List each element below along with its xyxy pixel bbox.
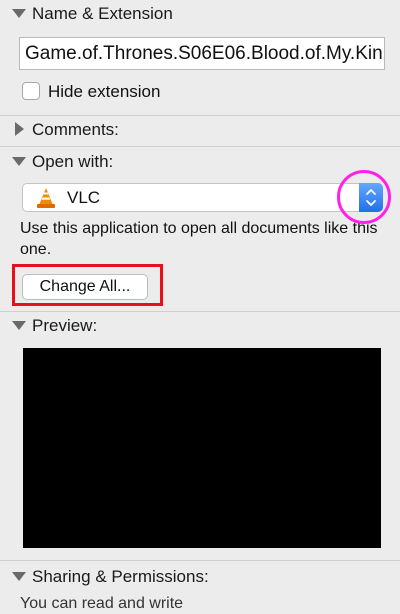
section-title-open-with: Open with:: [32, 152, 114, 171]
annotation-highlight-rectangle: [12, 264, 163, 306]
open-with-app-name: VLC: [67, 188, 101, 207]
name-field[interactable]: Game.of.Thrones.S06E06.Blood.of.My.Kin: [19, 37, 385, 70]
divider: [0, 115, 400, 116]
section-title-preview: Preview:: [32, 316, 98, 335]
hide-extension-label: Hide extension: [48, 82, 161, 101]
disclosure-expanded-icon[interactable]: [12, 9, 26, 18]
section-title-comments: Comments:: [32, 120, 119, 139]
section-title-sharing-permissions: Sharing & Permissions:: [32, 567, 209, 586]
divider: [0, 560, 400, 561]
vlc-cone-icon: [37, 188, 55, 208]
open-with-description: Use this application to open all documen…: [20, 220, 378, 258]
hide-extension-checkbox[interactable]: [22, 82, 40, 100]
annotation-highlight-circle: [337, 170, 391, 224]
sharing-status-text: You can read and write: [20, 595, 184, 612]
divider: [0, 311, 400, 312]
disclosure-collapsed-icon[interactable]: [15, 122, 24, 136]
disclosure-expanded-icon[interactable]: [12, 572, 26, 581]
disclosure-expanded-icon[interactable]: [12, 321, 26, 330]
preview-pane: [23, 348, 381, 548]
divider: [0, 146, 400, 147]
section-title-name-extension: Name & Extension: [32, 4, 173, 23]
disclosure-expanded-icon[interactable]: [12, 157, 26, 166]
open-with-app-popup[interactable]: VLC: [22, 183, 383, 212]
